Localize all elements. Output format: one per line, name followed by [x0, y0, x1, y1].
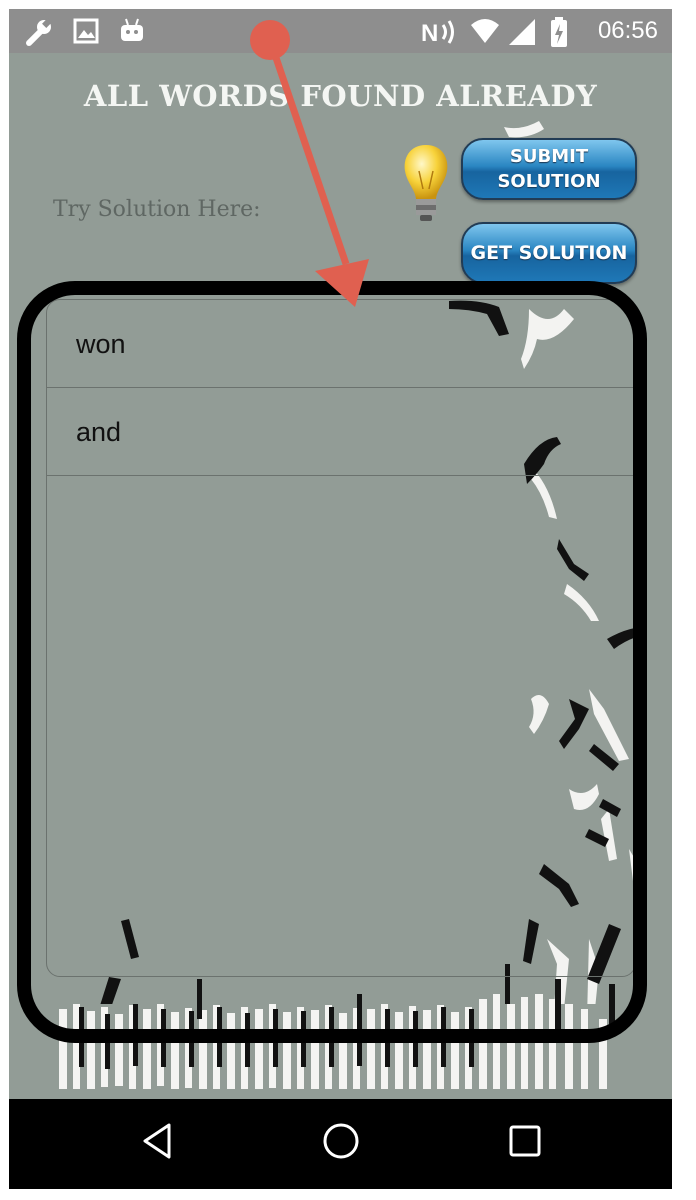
- recents-icon[interactable]: [507, 1121, 543, 1161]
- phone-screen: N 06:56 ALL WORDS FOUND ALREADY Try Solu…: [9, 9, 672, 1189]
- annotation-arrow: [250, 20, 369, 307]
- navigation-bar: [9, 1099, 672, 1189]
- highlight-box: [17, 281, 647, 1043]
- home-icon[interactable]: [321, 1121, 361, 1161]
- arrow-head: [315, 259, 369, 307]
- back-icon[interactable]: [139, 1121, 175, 1161]
- arrow-shaft: [266, 38, 350, 266]
